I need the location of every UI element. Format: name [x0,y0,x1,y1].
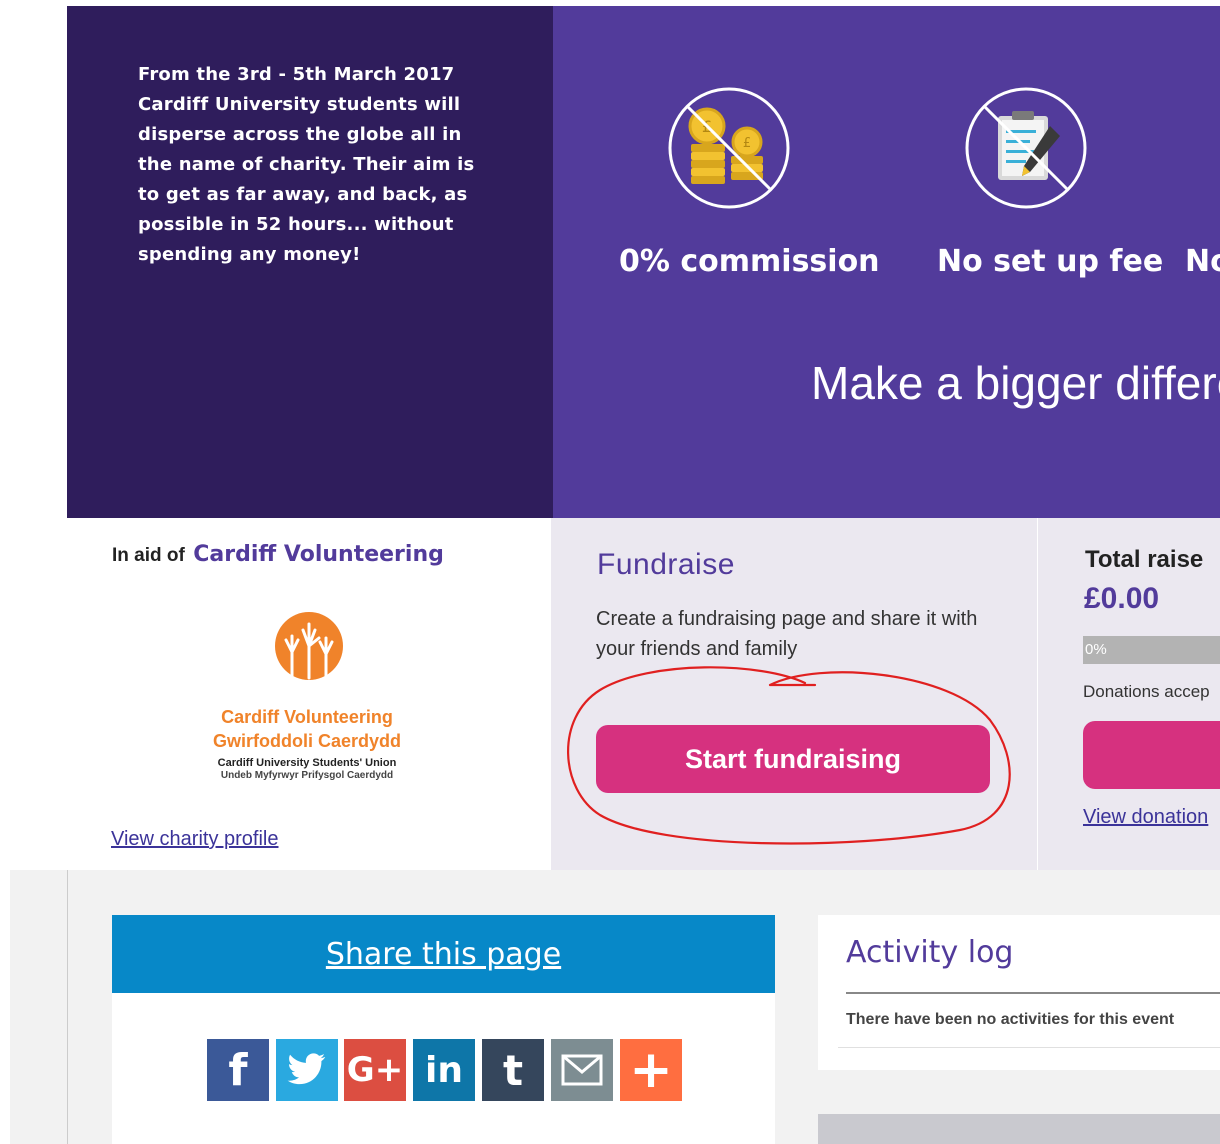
in-aid-of-label: In aid of [112,545,185,566]
no-coins-icon: £ £ [667,86,791,210]
facebook-icon: f [228,1044,248,1096]
activity-log-title: Activity log [846,935,1014,970]
charity-logo-text-cy: Gwirfoddoli Caerdydd [212,731,401,751]
activity-divider [846,992,1220,994]
feature-setup-fee-label: No set up fee [937,244,1164,279]
raised-progress-label: 0% [1085,641,1107,658]
tumblr-share-button[interactable]: t [482,1039,544,1101]
more-share-button[interactable]: + [620,1039,682,1101]
in-aid-of: In aid of Cardiff Volunteering [112,542,444,567]
charity-name-link[interactable]: Cardiff Volunteering [193,542,444,567]
svg-text:£: £ [743,136,751,151]
activity-log-panel: Activity log There have been no activiti… [818,915,1220,1070]
twitter-icon [287,1053,326,1085]
plus-icon: + [629,1040,673,1100]
raised-progress-bar: 0% [1083,636,1220,664]
tumblr-icon: t [502,1045,524,1095]
charity-logo-union-en: Cardiff University Students' Union [217,757,397,769]
linkedin-icon: in [425,1049,463,1091]
bottom-divider [67,870,68,1144]
twitter-share-button[interactable] [276,1039,338,1101]
share-header: Share this page [112,915,775,993]
facebook-share-button[interactable]: f [207,1039,269,1101]
fundraise-description: Create a fundraising page and share it w… [596,608,978,660]
activity-row-divider [838,1047,1220,1048]
fundraise-panel: Fundraise Create a fundraising page and … [551,518,1037,870]
charity-logo-text-en: Cardiff Volunteering [221,707,393,727]
view-charity-profile-link[interactable]: View charity profile [111,828,278,851]
email-icon [561,1054,603,1086]
charity-panel: In aid of Cardiff Volunteering Cardiff V… [67,518,551,870]
total-raised-title: Total raise [1085,546,1204,573]
activity-empty-message: There have been no activities for this e… [846,1011,1175,1028]
hero-description: From the 3rd - 5th March 2017 Cardiff Un… [138,64,475,265]
view-donations-link[interactable]: View donation [1083,806,1208,829]
no-form-icon [964,86,1088,210]
charity-logo-union-cy: Undeb Myfyrwyr Prifysgol Caerdydd [220,770,394,781]
charity-logo: Cardiff Volunteering Gwirfoddoli Caerdyd… [197,610,417,781]
google-plus-icon: G+ [346,1050,404,1090]
donations-panel-header [818,1114,1220,1144]
email-share-button[interactable] [551,1039,613,1101]
hero-intro-panel: From the 3rd - 5th March 2017 Cardiff Un… [67,6,553,518]
hero-tagline: Make a bigger differen [811,357,1220,409]
total-raised-amount: £0.00 [1084,582,1160,615]
total-raised-panel: Total raise £0.00 0% Donations accep Vie… [1037,518,1220,870]
linkedin-share-button[interactable]: in [413,1039,475,1101]
start-fundraising-button[interactable]: Start fundraising [596,725,990,793]
share-this-page-link[interactable]: Share this page [326,937,561,972]
fundraise-title: Fundraise [597,548,735,581]
feature-commission-label: 0% commission [619,244,880,279]
google-plus-share-button[interactable]: G+ [344,1039,406,1101]
charity-logo-hands-icon [275,612,343,680]
donations-accepted-note: Donations accep [1083,682,1210,701]
donate-button[interactable] [1083,721,1220,789]
feature-third-label: No [1185,244,1220,279]
hero-features-panel: £ £ 0% commission No set up fee [553,6,1220,518]
